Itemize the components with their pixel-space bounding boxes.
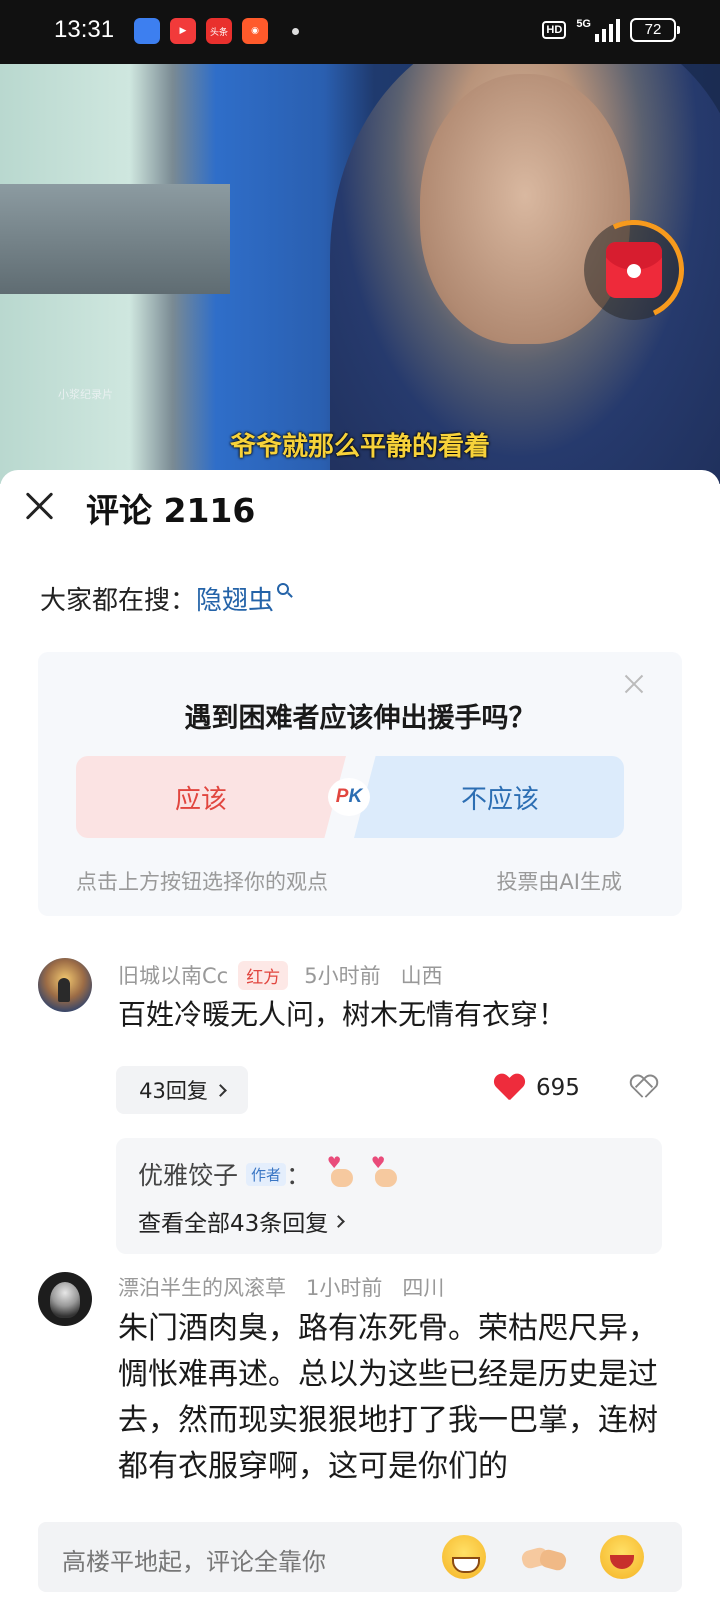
comment-input[interactable]: 高楼平地起，评论全靠你: [38, 1522, 682, 1592]
video-app-icon: ▶: [170, 18, 196, 44]
handshake-emoji-icon[interactable]: [520, 1535, 568, 1579]
sub-reply-box[interactable]: 优雅饺子 作者 ： 查看全部43条回复: [116, 1138, 662, 1254]
comment-input-placeholder: 高楼平地起，评论全靠你: [62, 1548, 326, 1576]
vote-hint: 点击上方按钮选择你的观点: [76, 870, 328, 894]
laugh-emoji-icon[interactable]: [600, 1535, 644, 1579]
comment-time: 1小时前: [306, 1276, 383, 1300]
comment-text[interactable]: 朱门酒肉臭，路有冻死骨。荣枯咫尺异，惆怅难再述。总以为这些已经是历史是过去，然而…: [118, 1306, 658, 1490]
sub-reply-author[interactable]: 优雅饺子: [138, 1156, 238, 1192]
side-tag: 红方: [238, 960, 289, 990]
status-indicators: HD 5G 72: [542, 18, 680, 42]
notification-dot-icon: [292, 27, 299, 35]
finger-heart-icon: [325, 1153, 355, 1189]
vote-no-button[interactable]: 不应该: [354, 756, 624, 838]
chevron-right-icon: [332, 1214, 346, 1228]
video-subtitle: 爷爷就那么平静的看着: [229, 432, 490, 462]
comment-location: 山西: [400, 964, 443, 988]
search-icon[interactable]: [277, 582, 290, 595]
hot-search-row: 大家都在搜： 隐翅虫: [40, 580, 290, 617]
comment-meta: 旧城以南Cc 红方 5小时前 山西: [118, 960, 443, 990]
hot-search-link[interactable]: 隐翅虫: [196, 580, 274, 617]
replies-button[interactable]: 43回复: [116, 1066, 248, 1114]
status-time: 13:31: [54, 16, 115, 43]
finger-heart-icon: [369, 1153, 399, 1189]
battery-icon: 72: [630, 18, 680, 42]
vote-card: 遇到困难者应该伸出援手吗？ 应该 不应该 PK 点击上方按钮选择你的观点 投票由…: [38, 652, 682, 916]
sub-reply-author-row: 优雅饺子 作者 ：: [138, 1153, 399, 1192]
comment-author[interactable]: 漂泊半生的风滚草: [118, 1272, 286, 1302]
sub-reply-colon: ：: [286, 1161, 312, 1190]
avatar[interactable]: [38, 1272, 92, 1326]
kuaishou-app-icon: ◉: [242, 18, 268, 44]
video-background-wall: [0, 184, 230, 294]
vote-yes-button[interactable]: 应该: [76, 756, 346, 838]
avatar[interactable]: [38, 958, 92, 1012]
comment-text[interactable]: 百姓冷暖无人问，树木无情有衣穿！: [118, 992, 658, 1038]
video-player[interactable]: 小浆纪录片 爷爷就那么平静的看着: [0, 64, 720, 484]
pk-letter-k: K: [348, 786, 363, 807]
comment-input-bar: 高楼平地起，评论全靠你: [0, 1502, 720, 1612]
vote-close-icon[interactable]: [624, 674, 644, 694]
red-envelope-icon: [606, 242, 662, 298]
status-bar: 13:31 ▶ 头条 ◉ HD 5G 72: [0, 0, 720, 64]
vote-ai-note: 投票由AI生成: [496, 870, 622, 894]
heart-icon: [494, 1074, 524, 1102]
broken-heart-icon[interactable]: [630, 1076, 656, 1100]
close-icon[interactable]: [24, 490, 56, 522]
comments-title: 评论 2116: [86, 491, 256, 530]
grin-emoji-icon[interactable]: [442, 1535, 486, 1579]
video-watermark: 小浆纪录片: [58, 388, 113, 401]
comment-location: 四川: [402, 1276, 445, 1300]
comment-author[interactable]: 旧城以南Cc: [118, 960, 228, 990]
like-count: 695: [536, 1075, 580, 1101]
chevron-right-icon: [213, 1083, 227, 1097]
view-all-replies-link[interactable]: 查看全部43条回复: [138, 1204, 346, 1238]
hot-search-label: 大家都在搜：: [40, 586, 197, 616]
hd-badge: HD: [542, 21, 567, 39]
like-button[interactable]: 695: [494, 1074, 580, 1102]
view-all-replies-label: 查看全部43条回复: [138, 1211, 329, 1237]
signal-icon: [595, 18, 620, 42]
vote-question: 遇到困难者应该伸出援手吗？: [184, 703, 536, 734]
pk-badge: PK: [328, 778, 370, 816]
pk-letter-p: P: [335, 786, 349, 807]
status-app-icons: ▶ 头条 ◉: [134, 18, 299, 44]
comment-meta: 漂泊半生的风滚草 1小时前 四川: [118, 1272, 444, 1302]
comment-time: 5小时前: [304, 964, 381, 988]
author-tag: 作者: [246, 1162, 287, 1186]
red-packet-button[interactable]: [569, 205, 699, 335]
blue-app-icon: [134, 18, 160, 44]
replies-count: 43回复: [139, 1079, 208, 1103]
toutiao-app-icon: 头条: [206, 18, 232, 44]
network-type: 5G: [576, 18, 591, 30]
comment-sheet: 评论 2116 大家都在搜： 隐翅虫 遇到困难者应该伸出援手吗？ 应该 不应该 …: [0, 470, 720, 1612]
